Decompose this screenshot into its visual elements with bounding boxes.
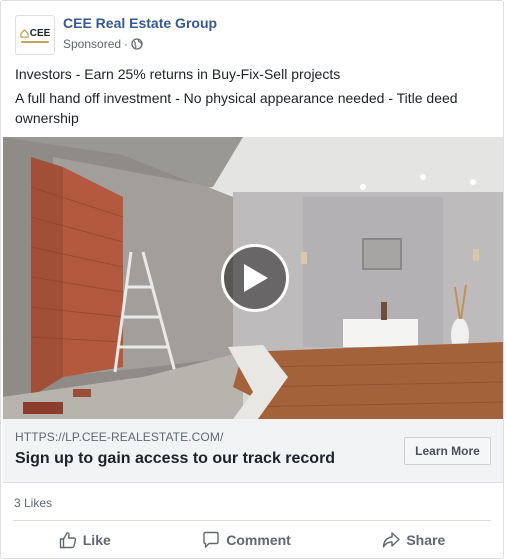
play-button[interactable] <box>221 244 289 312</box>
page-avatar[interactable]: CEE <box>15 15 55 55</box>
logo-mark: CEE <box>19 27 51 39</box>
meta-separator: · <box>124 37 129 51</box>
like-button[interactable]: Like <box>49 527 121 553</box>
logo-underline <box>21 40 49 43</box>
link-url[interactable]: HTTPS://LP.CEE-REALESTATE.COM/ <box>15 430 223 444</box>
link-headline[interactable]: Sign up to gain access to our track reco… <box>15 450 335 468</box>
comment-button[interactable]: Comment <box>192 527 301 553</box>
comment-icon <box>203 531 219 548</box>
post-meta: Sponsored · <box>63 37 143 51</box>
actions-divider <box>13 520 491 521</box>
comment-label: Comment <box>226 532 291 548</box>
share-button[interactable]: Share <box>372 527 455 553</box>
link-preview[interactable]: HTTPS://LP.CEE-REALESTATE.COM/ Sign up t… <box>3 419 503 483</box>
video-thumbnail[interactable] <box>3 137 503 419</box>
sponsored-label[interactable]: Sponsored <box>63 37 121 51</box>
page-name-link[interactable]: CEE Real Estate Group <box>63 15 217 31</box>
globe-icon[interactable] <box>131 38 143 50</box>
share-label: Share <box>406 532 446 548</box>
post-text-line-2: A full hand off investment - No physical… <box>15 90 458 126</box>
logo-text: CEE <box>29 27 51 39</box>
likes-count[interactable]: 3 Likes <box>14 496 52 510</box>
like-label: Like <box>82 532 111 548</box>
play-icon <box>244 264 268 292</box>
house-logo-icon <box>19 28 29 38</box>
post-text-line-1: Investors - Earn 25% returns in Buy-Fix-… <box>15 66 341 82</box>
post-actions: Like Comment Share <box>13 523 491 557</box>
share-icon <box>383 532 401 548</box>
thumbs-up-icon <box>59 532 76 549</box>
sponsored-post: CEE CEE Real Estate Group Sponsored · In… <box>0 0 504 559</box>
post-header: CEE CEE Real Estate Group Sponsored · <box>13 13 491 57</box>
learn-more-button[interactable]: Learn More <box>404 437 491 465</box>
